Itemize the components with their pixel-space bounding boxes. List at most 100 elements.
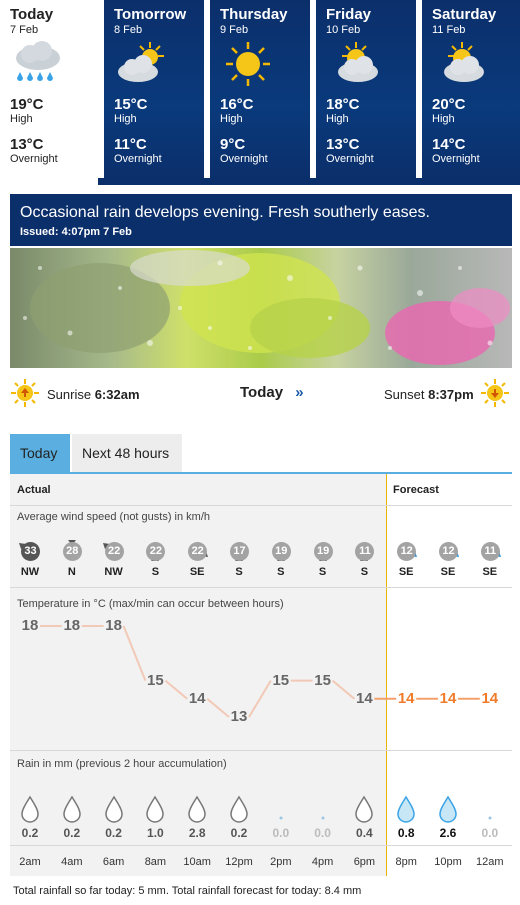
time-label: 12pm [225,856,253,868]
raindrop-icon [104,795,123,823]
day-name: Thursday [220,6,288,23]
issued-time: Issued: 4:07pm 7 Feb [20,226,132,238]
separator [10,750,512,751]
dot-icon [488,816,492,820]
rain-amount: 0.2 [105,826,122,840]
rain-amount: 2.6 [439,826,457,840]
low-label: Overnight [220,153,268,165]
day-card-tomorrow[interactable]: Tomorrow 8 Feb 15°C High 11°C Overnight [104,0,204,178]
rain-amount: 0.0 [272,826,290,840]
day-card-saturday[interactable]: Saturday 11 Feb 20°C High 14°C Overnight [422,0,520,178]
raindrop-icon [63,795,81,823]
raindrop-icon [439,795,457,823]
rain-amount: 0.2 [63,826,81,840]
raindrop-icon [146,795,165,823]
rain-reading: 0.2 [221,794,257,844]
high-temp: 15°C [114,96,148,113]
low-label: Overnight [432,153,480,165]
temperature-value: 18 [21,617,39,634]
sunset-icon [481,379,509,407]
day-date: 10 Feb [326,24,361,36]
tab-next-48-hours[interactable]: Next 48 hours [72,434,182,472]
low-label: Overnight [10,153,58,165]
raindrop-icon [230,795,248,823]
raindrop-icon [21,795,39,823]
high-label: High [432,113,455,125]
low-temp: 11°C [114,136,147,153]
time-label: 6am [102,856,125,868]
sun-day-label: Today [240,384,284,401]
time-label: 4am [61,856,83,868]
observations-panel: Actual Forecast Average wind speed (not … [10,474,512,876]
high-label: High [326,113,349,125]
high-label: High [114,113,137,125]
high-temp: 19°C [10,96,44,113]
raindrop-icon [355,795,374,823]
tab-today[interactable]: Today [10,434,70,472]
temperature-value: 14 [439,689,457,707]
temperature-value: 15 [314,671,331,689]
raindrop-icon [188,795,206,823]
rain-reading: 0.4 [346,794,382,844]
raindrop-icon [397,795,415,823]
sunset-text: Sunset [384,387,425,402]
partly-cloudy-icon [118,42,164,82]
partly-cloudy-icon [444,42,484,82]
time-label: 10am [183,856,211,868]
temperature-value: 18 [63,617,81,634]
rain-reading: 0.8 [388,794,424,844]
day-name: Friday [326,6,372,23]
temperature-value: 14 [188,689,206,707]
high-temp: 20°C [432,96,466,113]
rain-reading: 0.0 [263,794,299,844]
high-label: High [10,113,33,125]
time-label: 8am [144,856,167,868]
rain-reading: 0.2 [12,794,48,844]
temperature-value: 14 [397,689,415,707]
sunset-label: Sunset 8:37pm [384,387,474,402]
rain-amount: 0.2 [21,826,39,840]
day-card-today[interactable]: Today 7 Feb 19°C High 13°C Overnight [0,0,98,178]
weather-photo [10,248,512,368]
time-label: 8pm [395,856,417,868]
separator [10,845,512,846]
rain-reading: 1.0 [137,794,173,844]
low-temp: 9°C [220,136,246,153]
rain-amount: 0.4 [356,826,373,840]
high-temp: 18°C [326,96,360,113]
rain-cloud-icon [16,41,60,81]
temperature-value: 18 [105,617,122,634]
sunrise-text: Sunrise [47,387,92,402]
time-label: 4pm [311,856,334,868]
rain-amount: 0.0 [481,826,499,840]
low-label: Overnight [114,153,162,165]
rain-reading: 0.0 [472,794,508,844]
day-card-thursday[interactable]: Thursday 9 Feb 16°C High 9°C Overnight [210,0,310,178]
rain-amount: 2.8 [188,826,206,840]
rain-amount: 0.8 [397,826,415,840]
sun-day-link[interactable]: Today » [240,384,304,401]
double-chevron-right-icon[interactable]: » [295,384,303,401]
low-temp: 13°C [326,136,360,153]
high-label: High [220,113,243,125]
sun-icon [226,42,270,86]
sun-times-row: Sunrise 6:32am Today » Sunset 8:37pm [10,376,512,412]
day-card-friday[interactable]: Friday 10 Feb 18°C High 13°C Overnight [316,0,416,178]
forecast-headline: Occasional rain develops evening. Fresh … [20,204,430,221]
dot-icon [321,816,325,820]
time-label: 10pm [434,856,462,868]
low-temp: 13°C [10,136,44,153]
period-tabs: Today Next 48 hours [10,434,512,474]
rain-section-title: Rain in mm (previous 2 hour accumulation… [17,758,227,770]
rain-reading: 0.0 [305,794,341,844]
temperature-value: 14 [481,689,499,707]
sunrise-icon [11,379,39,407]
day-date: 11 Feb [432,24,466,36]
temperature-value: 15 [272,671,290,689]
time-label: 6pm [353,856,376,868]
temperature-value: 13 [230,708,248,725]
low-label: Overnight [326,153,374,165]
time-label: 2am [19,856,41,868]
rain-amount: 1.0 [147,826,164,840]
day-name: Today [10,6,54,23]
